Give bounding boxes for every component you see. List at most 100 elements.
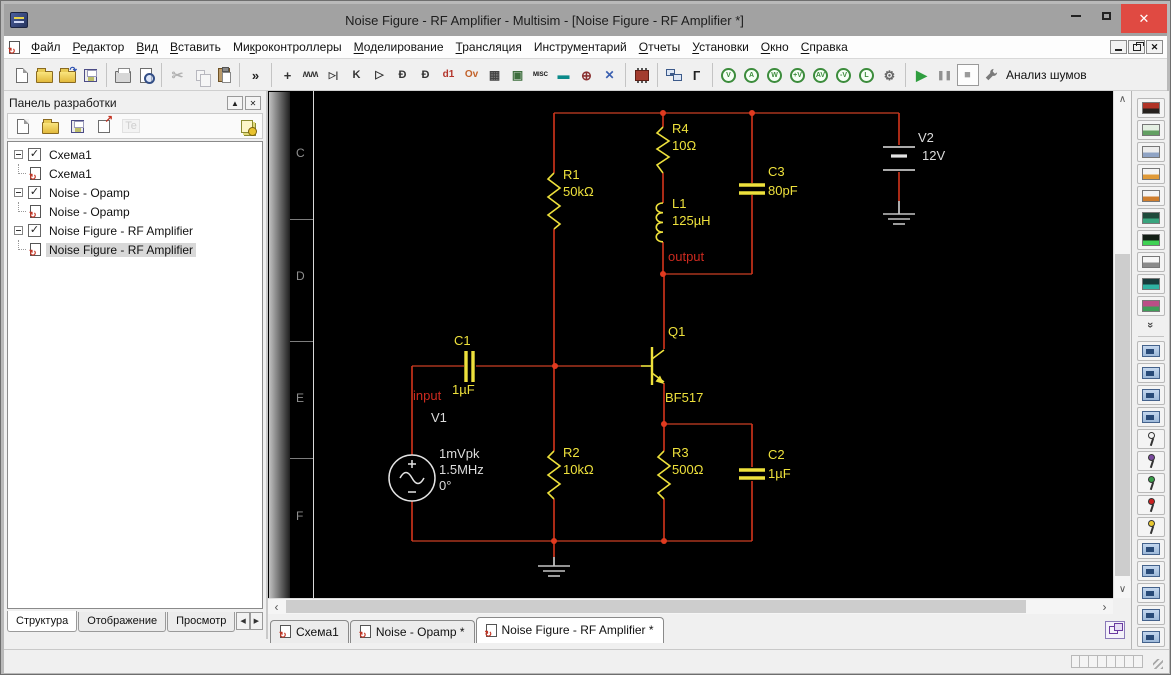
menu-item-11[interactable]: Окно: [755, 37, 795, 57]
probe-instrument-icon-2[interactable]: [1136, 363, 1165, 383]
place-ttl-icon[interactable]: Ð: [391, 63, 414, 88]
document-tab-2[interactable]: Noise - Opamp *: [349, 620, 475, 643]
probe-instrument-icon-8[interactable]: [1136, 605, 1165, 625]
toolbox-tabs-left-arrow[interactable]: ◀: [236, 612, 250, 630]
menu-item-12[interactable]: Справка: [795, 37, 854, 57]
save-design-icon[interactable]: [68, 117, 86, 135]
place-misc-icon[interactable]: MISC: [529, 63, 552, 88]
tree-item-1[interactable]: ✓ Схема1: [8, 145, 262, 164]
menu-item-3[interactable]: Вид: [130, 37, 164, 57]
panel-collapse-button[interactable]: ▲: [227, 96, 243, 110]
word-generator-icon[interactable]: [1136, 252, 1165, 272]
more-toolbar-chevron[interactable]: »: [244, 63, 267, 88]
place-bus-icon[interactable]: Г: [685, 63, 708, 88]
tree-item-3[interactable]: ✓ Noise Figure - RF Amplifier: [8, 221, 262, 240]
measurement-probe-purple-icon[interactable]: [1136, 451, 1165, 471]
current-probe-icon[interactable]: A: [740, 63, 763, 88]
menu-item-7[interactable]: Трансляция: [450, 37, 528, 57]
cut-icon[interactable]: ✂: [166, 63, 189, 88]
measurement-probe-green-icon[interactable]: [1136, 473, 1165, 493]
place-analog-icon[interactable]: ▷: [368, 63, 391, 88]
schematic-canvas[interactable]: C D E F R1 50kΩ R4 10Ω L1 125µH C3 80pF …: [268, 91, 1113, 598]
menu-item-4[interactable]: Вставить: [164, 37, 227, 57]
menu-item-8[interactable]: Инструментарий: [528, 37, 633, 57]
menu-item-10[interactable]: Установки: [686, 37, 755, 57]
tree-subitem-3[interactable]: Noise Figure - RF Amplifier: [8, 240, 262, 259]
history-pages-icon[interactable]: [238, 117, 257, 136]
digital-probe-icon[interactable]: L: [855, 63, 878, 88]
probe-instrument-icon-4[interactable]: [1136, 407, 1165, 427]
net-label-output[interactable]: output: [668, 249, 705, 264]
menu-item-9[interactable]: Отчеты: [633, 37, 687, 57]
checkbox-icon[interactable]: ✓: [28, 224, 41, 237]
pause-button[interactable]: ❚❚: [933, 63, 956, 88]
canvas-vertical-scrollbar[interactable]: ∧ ∨: [1113, 91, 1131, 598]
place-basic-icon[interactable]: ʍʍ: [299, 63, 322, 88]
frequency-counter-icon[interactable]: [1136, 230, 1165, 250]
paste-icon[interactable]: [212, 63, 235, 88]
horizontal-scroll-thumb[interactable]: [286, 600, 1026, 613]
place-component-icon[interactable]: [630, 63, 653, 88]
scroll-down-arrow[interactable]: ∨: [1114, 581, 1131, 598]
document-icon[interactable]: [8, 40, 20, 56]
place-misc-digital-icon[interactable]: d1: [437, 63, 460, 88]
place-peripherals-icon[interactable]: ▬: [552, 63, 575, 88]
menu-item-6[interactable]: Моделирование: [348, 37, 450, 57]
place-power-icon[interactable]: ▣: [506, 63, 529, 88]
function-generator-icon[interactable]: [1136, 120, 1165, 140]
print-preview-icon[interactable]: [134, 63, 157, 88]
wrench-icon[interactable]: [979, 63, 1002, 88]
expand-icon[interactable]: [14, 150, 23, 159]
text-te-icon[interactable]: Te: [122, 117, 140, 135]
tree-subitem-2[interactable]: Noise - Opamp: [8, 202, 262, 221]
probe-instrument-icon-9[interactable]: [1136, 627, 1165, 647]
minimize-button[interactable]: [1061, 4, 1091, 28]
tree-subitem-1[interactable]: Схема1: [8, 164, 262, 183]
multimeter-icon[interactable]: [1136, 98, 1165, 118]
toolbox-tabs-right-arrow[interactable]: ▶: [249, 612, 263, 630]
bode-plotter-icon[interactable]: [1136, 208, 1165, 228]
scroll-right-arrow[interactable]: ›: [1096, 599, 1113, 615]
gain-probe-icon[interactable]: AV: [809, 63, 832, 88]
measurement-probe-red-icon[interactable]: [1136, 495, 1165, 515]
menu-item-2[interactable]: Редактор: [67, 37, 131, 57]
tree-item-2[interactable]: ✓ Noise - Opamp: [8, 183, 262, 202]
four-channel-oscilloscope-icon[interactable]: [1136, 186, 1165, 206]
place-source-icon[interactable]: +: [276, 63, 299, 88]
place-indicator-icon[interactable]: ▦: [483, 63, 506, 88]
measurement-probe-yellow-icon[interactable]: [1136, 517, 1165, 537]
power-probe-icon[interactable]: W: [763, 63, 786, 88]
mdi-restore-button[interactable]: [1128, 40, 1145, 54]
open-file-icon[interactable]: [33, 63, 56, 88]
oscilloscope-icon[interactable]: [1136, 164, 1165, 184]
menu-item-1[interactable]: Файл: [25, 37, 67, 57]
measurement-probe-white-icon[interactable]: [1136, 429, 1165, 449]
canvas-horizontal-scrollbar[interactable]: ‹ ›: [268, 598, 1113, 615]
document-tab-1[interactable]: Схема1: [270, 620, 349, 643]
logic-analyzer-icon[interactable]: [1136, 274, 1165, 294]
probe-instrument-icon-7[interactable]: [1136, 583, 1165, 603]
place-cmos-icon[interactable]: Đ: [414, 63, 437, 88]
probe-instrument-icon-3[interactable]: [1136, 385, 1165, 405]
new-schematic-icon[interactable]: [14, 117, 32, 135]
resize-grip[interactable]: [1153, 659, 1163, 669]
expand-icon[interactable]: [14, 226, 23, 235]
open-design-icon[interactable]: [41, 117, 59, 135]
wattmeter-icon[interactable]: [1136, 142, 1165, 162]
place-mixed-icon[interactable]: Ov: [460, 63, 483, 88]
place-electromech-icon[interactable]: ✕: [598, 63, 621, 88]
menu-item-5[interactable]: Микроконтроллеры: [227, 37, 348, 57]
new-sheet-icon[interactable]: [95, 114, 113, 135]
mdi-close-button[interactable]: ✕: [1146, 40, 1163, 54]
print-icon[interactable]: [111, 63, 134, 88]
copy-icon[interactable]: [189, 63, 212, 88]
vertical-scroll-thumb[interactable]: [1115, 254, 1130, 576]
place-diode-icon[interactable]: ▷|: [322, 63, 345, 88]
close-button[interactable]: ✕: [1121, 4, 1167, 33]
checkbox-icon[interactable]: ✓: [28, 148, 41, 161]
probe-instrument-icon-6[interactable]: [1136, 561, 1165, 581]
more-instruments-chevron[interactable]: »: [1145, 322, 1157, 328]
net-label-input[interactable]: input: [413, 388, 442, 403]
mdi-minimize-button[interactable]: [1110, 40, 1127, 54]
diff-voltage-probe-icon[interactable]: +V: [786, 63, 809, 88]
